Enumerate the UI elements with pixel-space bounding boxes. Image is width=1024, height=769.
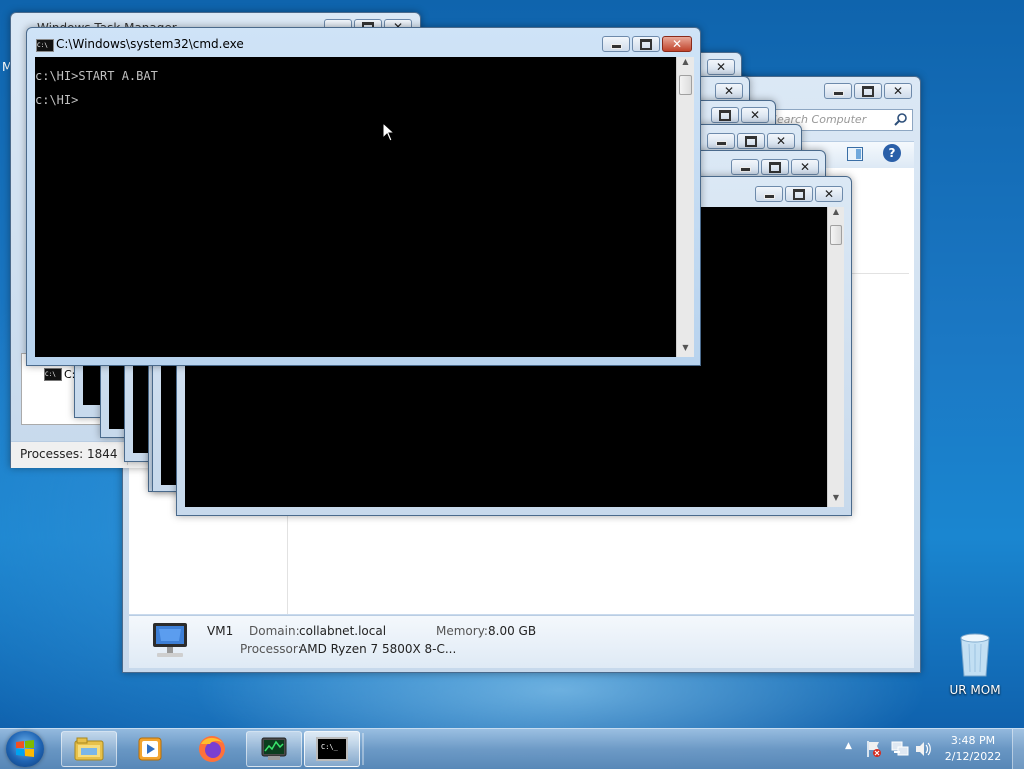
firefox-icon	[199, 736, 225, 762]
explorer-icon	[74, 737, 104, 761]
taskbar-cmd[interactable]: C:\_	[304, 731, 360, 767]
clock[interactable]: 3:48 PM 2/12/2022	[940, 734, 1006, 763]
domain-label: Domain:	[249, 624, 300, 638]
window-controls: ✕	[753, 186, 843, 202]
close-button[interactable]: ✕	[767, 133, 795, 149]
start-button[interactable]	[6, 731, 44, 767]
preview-pane-icon[interactable]	[847, 147, 863, 164]
help-icon[interactable]: ?	[883, 144, 901, 162]
taskbar-firefox[interactable]	[184, 731, 240, 767]
maximize-button[interactable]	[761, 159, 789, 175]
show-desktop-button[interactable]	[1012, 729, 1024, 769]
status-processes: Processes: 1844	[20, 447, 118, 461]
scroll-thumb[interactable]	[830, 225, 842, 245]
taskbar-media-player[interactable]	[122, 731, 178, 767]
cmd-window-title: C:\Windows\system32\cmd.exe	[56, 37, 244, 51]
cmd-small-icon: C:\	[44, 368, 62, 381]
action-center-flag-icon[interactable]	[866, 740, 882, 758]
media-player-icon	[138, 737, 162, 761]
close-button[interactable]: ✕	[791, 159, 819, 175]
close-button[interactable]: ✕	[884, 83, 912, 99]
close-button[interactable]: ✕	[707, 59, 735, 75]
window-controls: ✕	[822, 83, 912, 99]
windows-orb-icon	[16, 740, 34, 757]
console-line: c:\HI>START A.BAT	[35, 69, 158, 83]
minimize-button[interactable]	[731, 159, 759, 175]
details-pane: VM1 Domain: collabnet.local Memory: 8.00…	[129, 615, 914, 668]
scroll-down-arrow[interactable]: ▼	[828, 493, 844, 507]
taskbar: C:\_ ▲ 3:48 PM 2/12/2022	[0, 728, 1024, 769]
processor-value: AMD Ryzen 7 5800X 8-C...	[299, 642, 457, 656]
scroll-up-arrow[interactable]: ▲	[828, 207, 844, 221]
network-icon[interactable]	[891, 740, 909, 758]
scrollbar[interactable]: ▲ ▼	[676, 57, 694, 357]
recycle-bin-label: UR MOM	[949, 683, 1001, 697]
scroll-down-arrow[interactable]: ▼	[677, 343, 694, 357]
svg-text:C:\_: C:\_	[321, 743, 339, 751]
task-item[interactable]: C:\ C:	[44, 368, 75, 381]
maximize-button[interactable]	[785, 186, 813, 202]
volume-icon[interactable]	[915, 741, 931, 757]
task-manager-icon	[261, 737, 287, 760]
search-icon[interactable]	[894, 112, 908, 129]
minimize-button[interactable]	[602, 36, 630, 52]
domain-value: collabnet.local	[299, 624, 387, 638]
cmd-title-icon: C:\	[36, 39, 54, 52]
window-controls: ✕	[729, 159, 819, 175]
console-area[interactable]: c:\HI>START A.BAT c:\HI>	[35, 57, 676, 357]
window-controls: ✕	[600, 36, 692, 52]
taskbar-explorer[interactable]	[61, 731, 117, 767]
cmd-window[interactable]: C:\ C:\Windows\system32\cmd.exe ✕ c:\HI>…	[26, 27, 701, 366]
minimize-button[interactable]	[824, 83, 852, 99]
maximize-button[interactable]	[737, 133, 765, 149]
maximize-button[interactable]	[632, 36, 660, 52]
clock-time: 3:48 PM	[950, 734, 996, 747]
scroll-thumb[interactable]	[679, 75, 692, 95]
scrollbar[interactable]: ▲ ▼	[827, 207, 844, 507]
close-button[interactable]: ✕	[741, 107, 769, 123]
maximize-button[interactable]	[711, 107, 739, 123]
memory-label: Memory:	[436, 624, 488, 638]
close-button[interactable]: ✕	[715, 83, 743, 99]
processor-label: Processor:	[240, 642, 302, 656]
computer-icon	[147, 621, 193, 664]
maximize-button[interactable]	[854, 83, 882, 99]
memory-value: 8.00 GB	[488, 624, 537, 638]
taskbar-divider	[362, 733, 364, 765]
console-line: c:\HI>	[35, 93, 79, 107]
minimize-button[interactable]	[707, 133, 735, 149]
computer-name: VM1	[207, 624, 234, 638]
mouse-cursor-icon	[382, 122, 396, 142]
cmd-icon: C:\_	[316, 737, 348, 761]
window-controls: ✕	[705, 59, 735, 75]
close-button[interactable]: ✕	[815, 186, 843, 202]
window-controls: ✕	[705, 133, 795, 149]
minimize-button[interactable]	[755, 186, 783, 202]
taskbar-task-manager[interactable]	[246, 731, 302, 767]
recycle-bin[interactable]: UR MOM	[946, 630, 1004, 697]
scroll-up-arrow[interactable]: ▲	[677, 57, 694, 71]
clock-date: 2/12/2022	[944, 750, 1002, 763]
window-controls: ✕	[713, 83, 743, 99]
window-controls: ✕	[709, 107, 769, 123]
close-button[interactable]: ✕	[662, 36, 692, 52]
recycle-bin-icon	[960, 633, 990, 677]
show-hidden-icons-icon[interactable]: ▲	[845, 741, 852, 751]
